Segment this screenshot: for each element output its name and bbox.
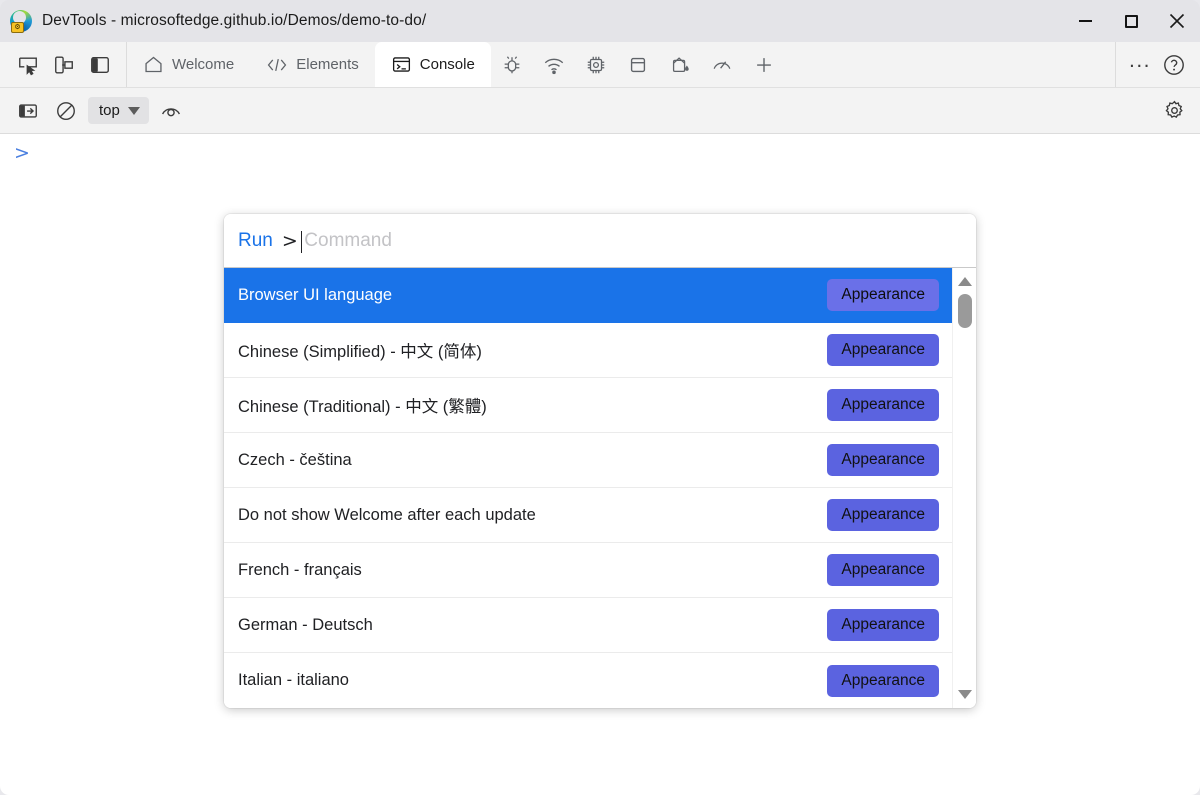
more-tools-dots: ...	[1128, 49, 1151, 72]
command-palette-results-wrap: Browser UI language Appearance Chinese (…	[224, 268, 976, 708]
console-context-selector[interactable]: top	[88, 97, 149, 124]
tab-sources-debugger[interactable]	[491, 42, 533, 87]
chevron-down-icon	[127, 106, 140, 115]
tab-sources[interactable]	[659, 42, 701, 87]
title-bar: ⚙ DevTools - microsoftedge.github.io/Dem…	[0, 0, 1200, 42]
console-prompt-row[interactable]: >	[0, 134, 1200, 163]
command-input-placeholder: Command	[304, 229, 392, 251]
text-caret	[300, 231, 303, 253]
list-item-label: Chinese (Traditional) - 中文 (繁體)	[238, 398, 487, 416]
window-controls	[1062, 0, 1200, 42]
maximize-icon[interactable]	[1108, 0, 1154, 42]
devtools-window: ⚙ DevTools - microsoftedge.github.io/Dem…	[0, 0, 1200, 795]
plus-icon	[753, 54, 775, 76]
list-item-label: German - Deutsch	[238, 615, 373, 634]
scrollbar-thumb[interactable]	[958, 294, 972, 328]
paint-bucket-icon	[669, 54, 691, 76]
bug-icon	[501, 54, 523, 76]
console-prompt-chevron-icon: >	[14, 142, 30, 164]
run-chip-label: Run	[238, 229, 273, 251]
scroll-up-arrow-icon[interactable]	[957, 277, 972, 286]
command-palette-scrollbar[interactable]	[952, 268, 976, 708]
tab-memory[interactable]	[575, 42, 617, 87]
console-terminal-icon	[391, 54, 412, 75]
list-item[interactable]: Czech - čeština Appearance	[224, 433, 952, 488]
status-badge: Appearance	[827, 389, 939, 421]
status-badge: Appearance	[827, 554, 939, 586]
close-icon[interactable]	[1154, 0, 1200, 42]
tab-performance[interactable]	[701, 42, 743, 87]
network-wifi-icon	[543, 54, 565, 76]
status-badge: Appearance	[827, 609, 939, 641]
status-badge: Appearance	[827, 444, 939, 476]
status-badge: Appearance	[827, 664, 939, 697]
add-panel-button[interactable]	[743, 42, 785, 87]
eye-icon[interactable]	[155, 95, 187, 127]
command-palette-list: Browser UI language Appearance Chinese (…	[224, 268, 952, 708]
list-item-label: Browser UI language	[238, 285, 393, 304]
memory-chip-icon	[585, 54, 607, 76]
list-item[interactable]: Italian - italiano Appearance	[224, 653, 952, 708]
command-palette-input-row[interactable]: Run > Command	[224, 214, 976, 268]
list-item-label: Italian - italiano	[238, 671, 349, 689]
home-icon	[143, 54, 164, 75]
tab-application[interactable]	[617, 42, 659, 87]
scroll-down-arrow-icon[interactable]	[957, 690, 972, 699]
list-item[interactable]: Chinese (Simplified) - 中文 (简体) Appearanc…	[224, 323, 952, 378]
device-emulation-icon[interactable]	[48, 49, 80, 81]
command-palette: Run > Command Browser UI language Appear…	[224, 214, 976, 708]
window-title: DevTools - microsoftedge.github.io/Demos…	[42, 12, 427, 29]
command-prefix: >	[281, 229, 298, 252]
tab-console[interactable]: Console	[374, 42, 491, 87]
list-item[interactable]: Chinese (Traditional) - 中文 (繁體) Appearan…	[224, 378, 952, 433]
minimize-icon[interactable]	[1062, 0, 1108, 42]
tab-console-label: Console	[419, 56, 475, 73]
inspect-element-icon[interactable]	[12, 49, 44, 81]
application-storage-icon	[627, 54, 649, 76]
tab-elements[interactable]: Elements	[250, 42, 375, 87]
tab-strip-right-tools: ...	[1115, 42, 1200, 87]
console-sidebar-icon[interactable]	[12, 95, 44, 127]
tab-network[interactable]	[533, 42, 575, 87]
tab-welcome[interactable]: Welcome	[127, 42, 250, 87]
gear-icon[interactable]	[1158, 95, 1190, 127]
console-body[interactable]: > Run > Command Browser UI language Appe…	[0, 134, 1200, 795]
code-brackets-icon	[266, 55, 288, 75]
list-item[interactable]: French - français Appearance	[224, 543, 952, 598]
panel-tabs: Welcome Elements Console	[127, 42, 1115, 87]
console-context-value: top	[99, 102, 120, 119]
dock-side-icon[interactable]	[84, 49, 116, 81]
list-item-label: Do not show Welcome after each update	[238, 505, 536, 524]
status-badge: Appearance	[827, 334, 939, 366]
list-item-label: Chinese (Simplified) - 中文 (简体)	[238, 343, 482, 361]
scrollbar-track[interactable]	[953, 286, 976, 690]
performance-gauge-icon	[711, 54, 733, 76]
console-toolbar: top	[0, 88, 1200, 134]
clear-console-icon[interactable]	[50, 95, 82, 127]
list-item[interactable]: Do not show Welcome after each update Ap…	[224, 488, 952, 543]
tab-welcome-label: Welcome	[172, 56, 235, 73]
tab-elements-label: Elements	[296, 56, 359, 73]
list-item-label: Czech - čeština	[238, 450, 352, 469]
list-item[interactable]: German - Deutsch Appearance	[224, 598, 952, 653]
status-badge: Appearance	[827, 279, 939, 311]
list-item[interactable]: Browser UI language Appearance	[224, 268, 952, 323]
more-tools-icon[interactable]: ...	[1124, 49, 1156, 81]
devtools-tab-strip: Welcome Elements Console ...	[0, 42, 1200, 88]
status-badge: Appearance	[827, 499, 939, 531]
list-item-label: French - français	[238, 560, 362, 579]
help-question-icon[interactable]	[1158, 49, 1190, 81]
title-bar-left: ⚙ DevTools - microsoftedge.github.io/Dem…	[0, 10, 1062, 33]
edge-devtools-icon: ⚙	[10, 10, 32, 33]
tab-strip-left-tools	[0, 42, 127, 87]
